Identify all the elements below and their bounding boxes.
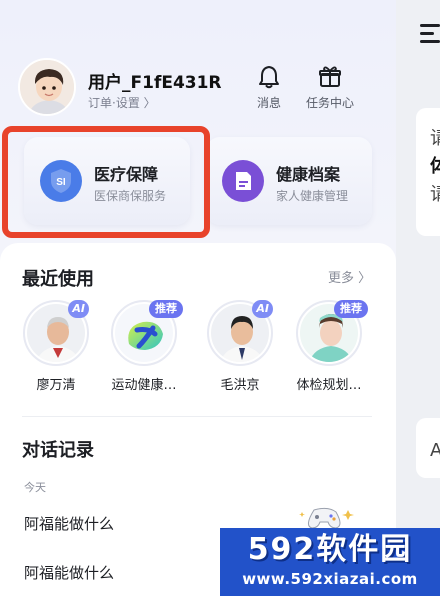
side-drawer: 用户_F1fE431R 订单·设置 〉 消息 任务中心 SI 医疗保障 医保商保… [0, 0, 396, 596]
divider [22, 416, 372, 417]
ai-badge: AI [252, 300, 273, 318]
day-label: 今天 [24, 481, 46, 494]
username: 用户_F1fE431R [88, 73, 222, 93]
agent-item[interactable]: AI 毛洪京 [198, 300, 282, 393]
background-text: A [430, 440, 440, 461]
agent-avatar: AI [207, 300, 273, 366]
health-records-desc: 家人健康管理 [276, 189, 349, 203]
watermark: 592软件园 www.592xiazai.com [220, 528, 440, 596]
background-text: 体 [430, 156, 440, 177]
agent-name: 运动健康… [111, 378, 177, 393]
recommend-badge: 推荐 [149, 300, 183, 318]
avatar[interactable] [18, 58, 76, 116]
messages-label: 消息 [256, 96, 281, 110]
agent-avatar: AI [23, 300, 89, 366]
task-center-label: 任务中心 [305, 96, 354, 110]
watermark-url: www.592xiazai.com [242, 570, 418, 588]
gift-icon [317, 64, 343, 90]
agent-name: 体检规划… [296, 378, 362, 393]
agent-item[interactable]: 推荐 运动健康… [102, 300, 186, 393]
agent-name: 廖万清 [36, 378, 76, 393]
messages-button[interactable]: 消息 [251, 64, 287, 111]
bell-icon [256, 64, 282, 90]
task-center-button[interactable]: 任务中心 [300, 64, 360, 111]
agent-name: 毛洪京 [220, 378, 260, 393]
more-link[interactable]: 更多 〉 [328, 267, 371, 286]
chat-history-item[interactable]: 阿福能做什么 [24, 562, 114, 583]
highlight-box [2, 126, 210, 238]
health-records-title: 健康档案 [276, 165, 341, 184]
watermark-title: 592软件园 [247, 532, 413, 567]
health-records-card[interactable]: 健康档案 家人健康管理 [206, 137, 372, 225]
ai-badge: AI [68, 300, 89, 318]
orders-settings-link[interactable]: 订单·设置 〉 [88, 94, 156, 111]
background-page [396, 0, 440, 596]
menu-icon[interactable] [420, 24, 440, 48]
agent-item[interactable]: AI 廖万清 [14, 300, 98, 393]
history-title: 对话记录 [22, 440, 94, 461]
agent-avatar: 推荐 [296, 300, 368, 366]
recent-title: 最近使用 [22, 269, 94, 290]
agent-item[interactable]: 推荐 体检规划… [287, 300, 371, 393]
chat-history-item[interactable]: 阿福能做什么 [24, 513, 114, 534]
background-text: 请 [430, 184, 440, 205]
document-icon [222, 160, 264, 202]
background-text: 请 [430, 128, 440, 149]
recommend-badge: 推荐 [334, 300, 368, 318]
agent-avatar: 推荐 [111, 300, 183, 366]
